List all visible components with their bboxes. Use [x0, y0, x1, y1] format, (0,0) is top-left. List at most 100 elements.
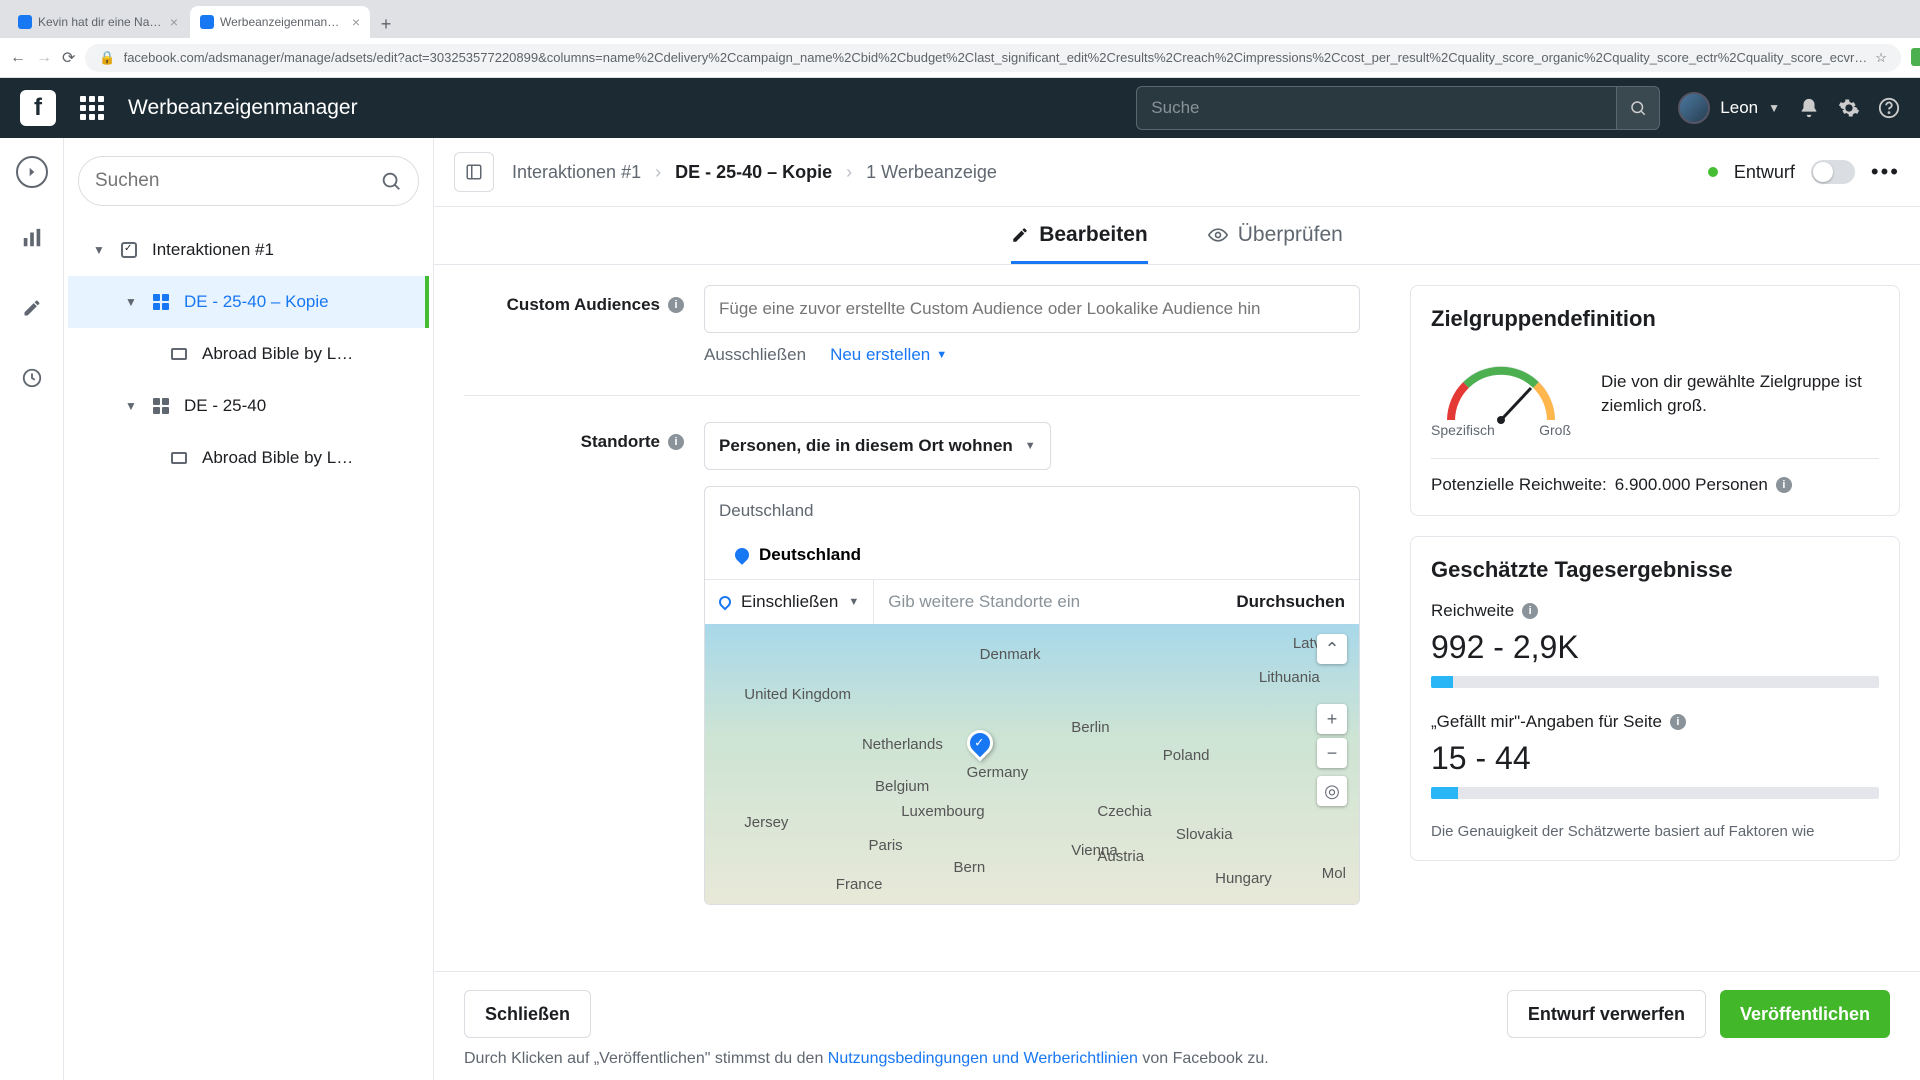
locations-label: Standorte i [464, 422, 704, 452]
info-icon[interactable]: i [1522, 603, 1538, 619]
tab-edit[interactable]: Bearbeiten [1011, 223, 1148, 264]
star-icon[interactable]: ☆ [1875, 50, 1887, 66]
map-collapse-icon[interactable]: ⌃ [1317, 634, 1347, 664]
breadcrumb: Interaktionen #1 › DE - 25-40 – Kopie › … [512, 162, 997, 183]
close-button[interactable]: Schließen [464, 990, 591, 1038]
tab-label: Überprüfen [1238, 223, 1343, 247]
tree-item-adset-selected[interactable]: ▼ DE - 25-40 – Kopie [68, 276, 429, 328]
footer-disclaimer: Durch Klicken auf „Veröffentlichen" stim… [464, 1050, 1890, 1068]
chevron-down-icon: ▼ [1768, 101, 1780, 115]
close-icon[interactable]: × [352, 14, 360, 30]
reports-icon[interactable] [12, 218, 52, 258]
app-title: Werbeanzeigenmanager [128, 96, 358, 120]
panel-toggle-icon[interactable] [454, 152, 494, 192]
active-toggle[interactable] [1811, 160, 1855, 184]
forward-icon[interactable]: → [36, 49, 52, 67]
link-text: Neu erstellen [830, 345, 930, 365]
custom-audiences-input[interactable] [704, 285, 1360, 333]
ad-icon [168, 447, 190, 469]
close-icon[interactable]: × [170, 14, 178, 30]
create-new-link[interactable]: Neu erstellen ▼ [830, 345, 947, 365]
location-type-selector[interactable]: Personen, die in diesem Ort wohnen ▼ [704, 422, 1051, 470]
card-title: Zielgruppendefinition [1431, 306, 1879, 332]
user-menu[interactable]: Leon ▼ [1678, 92, 1780, 124]
favicon-icon [18, 15, 32, 29]
map-label: Poland [1163, 747, 1210, 764]
custom-audiences-row: Custom Audiences i Ausschließen Neu erst… [464, 285, 1360, 365]
audience-gauge-icon [1431, 350, 1571, 430]
pin-outline-icon [717, 594, 734, 611]
breadcrumb-item[interactable]: Interaktionen #1 [512, 162, 641, 183]
include-selector[interactable]: Einschließen ▼ [705, 580, 874, 624]
terms-link[interactable]: Nutzungsbedingungen und Werberichtlinien [828, 1050, 1138, 1067]
map-zoom-out-icon[interactable]: − [1317, 738, 1347, 768]
history-icon[interactable] [12, 358, 52, 398]
tab-review[interactable]: Überprüfen [1208, 223, 1343, 264]
tree-label: DE - 25-40 [184, 396, 266, 416]
tree-item-ad[interactable]: Abroad Bible by L… [68, 328, 429, 380]
reload-icon[interactable]: ⟳ [62, 48, 75, 68]
tree-item-campaign[interactable]: ▼ Interaktionen #1 [68, 224, 429, 276]
tab-label: Bearbeiten [1039, 223, 1148, 247]
edit-mode-icon[interactable] [12, 288, 52, 328]
insights-sidebar: Zielgruppendefinition [1390, 265, 1920, 1080]
map-label: Vienna [1071, 842, 1117, 859]
pin-icon [732, 545, 752, 565]
facebook-logo-icon[interactable]: f [20, 90, 56, 126]
back-icon[interactable]: ← [10, 49, 26, 67]
info-icon[interactable]: i [1670, 714, 1686, 730]
search-button[interactable] [1616, 86, 1660, 130]
discard-draft-button[interactable]: Entwurf verwerfen [1507, 990, 1706, 1038]
tree-item-ad[interactable]: Abroad Bible by L… [68, 432, 429, 484]
tree-search-input[interactable] [95, 170, 380, 192]
favicon-icon [200, 15, 214, 29]
info-icon[interactable]: i [668, 297, 684, 313]
breadcrumb-current[interactable]: DE - 25-40 – Kopie [675, 162, 832, 183]
map-label: Belgium [875, 778, 929, 795]
reach-metric-value: 992 - 2,9K [1431, 629, 1879, 666]
likes-progress-bar [1431, 787, 1879, 799]
publish-button[interactable]: Veröffentlichen [1720, 990, 1890, 1038]
info-icon[interactable]: i [1776, 477, 1792, 493]
map-label: United Kingdom [744, 686, 851, 703]
info-icon[interactable]: i [668, 434, 684, 450]
browser-tab[interactable]: Kevin hat dir eine Nachricht g… × [8, 6, 188, 38]
address-bar[interactable]: 🔒 facebook.com/adsmanager/manage/adsets/… [85, 44, 1901, 72]
location-item[interactable]: Deutschland [705, 535, 1359, 579]
browser-tab-active[interactable]: Werbeanzeigenmanager – We… × [190, 6, 370, 38]
map-label: Luxembourg [901, 803, 984, 820]
location-panel: Deutschland Deutschland Einschließen ▼ [704, 486, 1360, 905]
caret-down-icon[interactable]: ▼ [124, 295, 138, 309]
map-label: Mol [1322, 865, 1346, 882]
caret-down-icon[interactable]: ▼ [124, 399, 138, 413]
map-label: Paris [869, 837, 903, 854]
breadcrumb-item[interactable]: 1 Werbeanzeige [866, 162, 997, 183]
status-label: Entwurf [1734, 162, 1795, 183]
adset-icon [150, 395, 172, 417]
map-locate-icon[interactable]: ◎ [1317, 776, 1347, 806]
potential-reach: Potenzielle Reichweite: 6.900.000 Person… [1431, 475, 1879, 495]
new-tab-button[interactable]: + [372, 10, 400, 38]
notifications-icon[interactable] [1798, 97, 1820, 119]
caret-down-icon[interactable]: ▼ [92, 243, 106, 257]
browse-button[interactable]: Durchsuchen [1222, 580, 1359, 624]
location-map[interactable]: United Kingdom Denmark Latvia Lithuania … [705, 624, 1359, 904]
location-input[interactable]: Gib weitere Standorte ein [874, 580, 1222, 624]
expand-rail-icon[interactable] [16, 156, 48, 188]
form-area: Custom Audiences i Ausschließen Neu erst… [434, 265, 1390, 1080]
extension-icon[interactable] [1911, 48, 1920, 66]
audience-description: Die von dir gewählte Zielgruppe ist ziem… [1601, 370, 1879, 418]
global-search-input[interactable] [1136, 86, 1616, 130]
apps-menu-icon[interactable] [74, 90, 110, 126]
url-text: facebook.com/adsmanager/manage/adsets/ed… [124, 50, 1868, 65]
search-icon[interactable] [380, 170, 402, 192]
custom-audiences-label: Custom Audiences i [464, 285, 704, 315]
map-zoom-in-icon[interactable]: + [1317, 704, 1347, 734]
main-layout: ▼ Interaktionen #1 ▼ DE - 25-40 – Kopie … [0, 138, 1920, 1080]
settings-icon[interactable] [1838, 97, 1860, 119]
more-menu-icon[interactable]: ••• [1871, 159, 1900, 185]
exclude-link[interactable]: Ausschließen [704, 345, 806, 365]
help-icon[interactable] [1878, 97, 1900, 119]
tree-item-adset[interactable]: ▼ DE - 25-40 [68, 380, 429, 432]
map-label: Berlin [1071, 719, 1109, 736]
